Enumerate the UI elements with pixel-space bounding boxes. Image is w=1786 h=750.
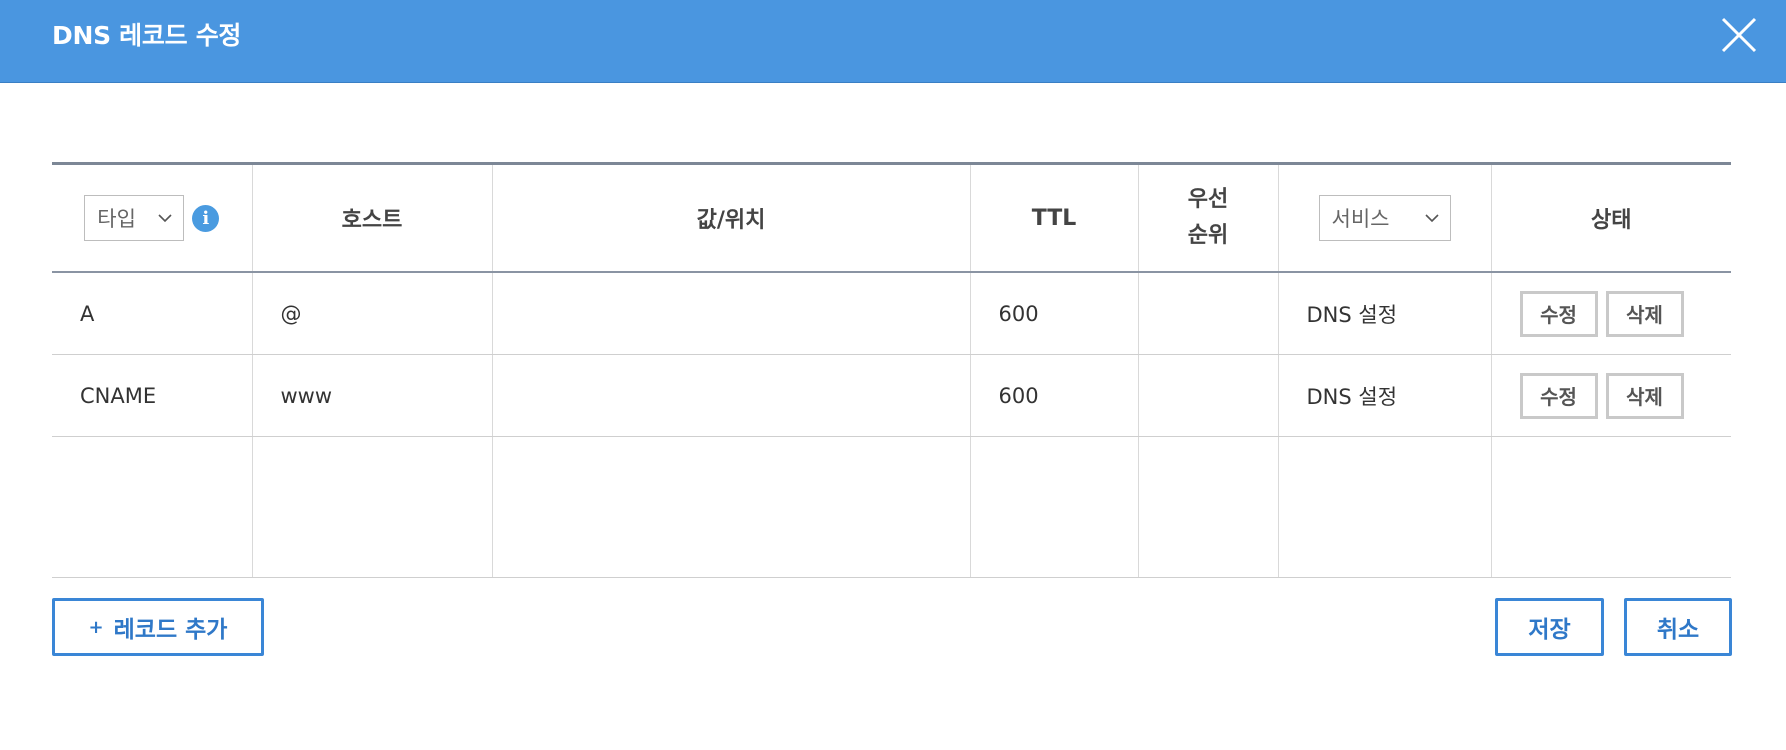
cell-status: 수정 삭제 [1490, 354, 1731, 437]
cell-type: CNAME [52, 354, 252, 437]
cell-type: A [52, 272, 252, 355]
header-host: 호스트 [251, 163, 492, 273]
cell-empty [1277, 436, 1491, 578]
add-record-label: 레코드 추가 [113, 617, 228, 643]
edit-button[interactable]: 수정 [1519, 372, 1598, 419]
table-row-empty [52, 436, 1731, 578]
cancel-button[interactable]: 취소 [1624, 598, 1732, 656]
chevron-down-icon [1424, 214, 1439, 223]
cell-empty [251, 436, 492, 578]
save-button[interactable]: 저장 [1495, 598, 1604, 656]
dns-record-table: 타입 i 호스트 값/위치 TTL 우선 순위 서비스 상태 A @ 600 D… [52, 162, 1731, 578]
cell-priority [1137, 354, 1278, 437]
header-priority: 우선 순위 [1137, 163, 1278, 273]
cell-service: DNS 설정 [1277, 272, 1491, 355]
priority-line1: 우선 [1187, 187, 1229, 212]
cell-host: @ [251, 272, 492, 355]
header-service: 서비스 [1277, 163, 1491, 273]
add-record-button[interactable]: + 레코드 추가 [52, 598, 264, 656]
cell-value [491, 354, 970, 437]
chevron-down-icon [158, 214, 172, 223]
table-row: A @ 600 DNS 설정 수정 삭제 [52, 272, 1731, 355]
cell-empty [52, 436, 252, 578]
header-status: 상태 [1490, 163, 1731, 273]
cell-empty [1490, 436, 1731, 578]
type-select-label: 타입 [97, 207, 136, 231]
close-button[interactable] [1720, 16, 1758, 54]
header-ttl: TTL [969, 163, 1138, 273]
cell-ttl: 600 [969, 354, 1138, 437]
type-select[interactable]: 타입 [84, 195, 185, 241]
cell-status: 수정 삭제 [1490, 272, 1731, 355]
cell-service: DNS 설정 [1277, 354, 1491, 437]
priority-line2: 순위 [1187, 223, 1229, 248]
edit-button[interactable]: 수정 [1519, 290, 1598, 337]
cell-ttl: 600 [969, 272, 1138, 355]
plus-icon: + [88, 616, 104, 638]
cell-host: www [251, 354, 492, 437]
cell-empty [491, 436, 970, 578]
table-row: CNAME www 600 DNS 설정 수정 삭제 [52, 354, 1731, 437]
dialog-titlebar: DNS 레코드 수정 [0, 0, 1786, 83]
service-select-label: 서비스 [1331, 207, 1390, 231]
cell-empty [1137, 436, 1278, 578]
delete-button[interactable]: 삭제 [1605, 372, 1684, 419]
table-header-row: 타입 i 호스트 값/위치 TTL 우선 순위 서비스 상태 [52, 163, 1731, 273]
cell-empty [969, 436, 1138, 578]
header-value: 값/위치 [491, 163, 970, 273]
close-icon [1721, 17, 1757, 53]
dialog-title: DNS 레코드 수정 [52, 21, 242, 50]
service-select[interactable]: 서비스 [1318, 195, 1451, 241]
cell-value [491, 272, 970, 355]
info-icon[interactable]: i [192, 204, 220, 232]
header-type: 타입 i [52, 163, 252, 273]
cell-priority [1137, 272, 1278, 355]
delete-button[interactable]: 삭제 [1605, 290, 1684, 337]
